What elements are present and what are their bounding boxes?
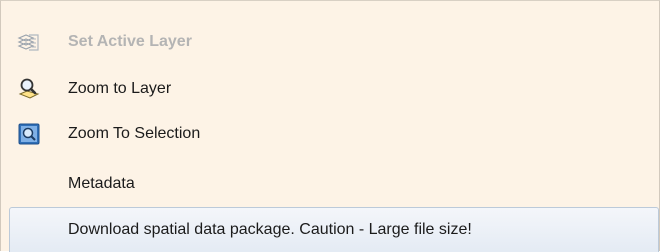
menu-item-download-spatial-data-package[interactable]: Download spatial data package. Caution -… (9, 207, 659, 252)
menu-item-set-active-layer: Set Active Layer (1, 18, 659, 66)
menu-item-zoom-to-selection[interactable]: Zoom To Selection (1, 110, 659, 158)
menu-item-label: Zoom to Layer (68, 80, 172, 97)
layers-icon (17, 30, 41, 54)
menu-item-label: Zoom To Selection (68, 125, 201, 142)
menu-item-metadata[interactable]: Metadata (1, 160, 659, 208)
menu-item-zoom-to-layer[interactable]: Zoom to Layer (1, 65, 659, 113)
zoom-selection-icon (17, 122, 41, 146)
menu-item-label: Metadata (68, 175, 135, 192)
menu-item-label: Download spatial data package. Caution -… (68, 221, 472, 238)
magnifier-icon (17, 77, 41, 101)
layer-context-menu: Set Active Layer Zoom to Layer Zoom To S… (0, 0, 660, 252)
menu-item-label: Set Active Layer (68, 33, 192, 50)
